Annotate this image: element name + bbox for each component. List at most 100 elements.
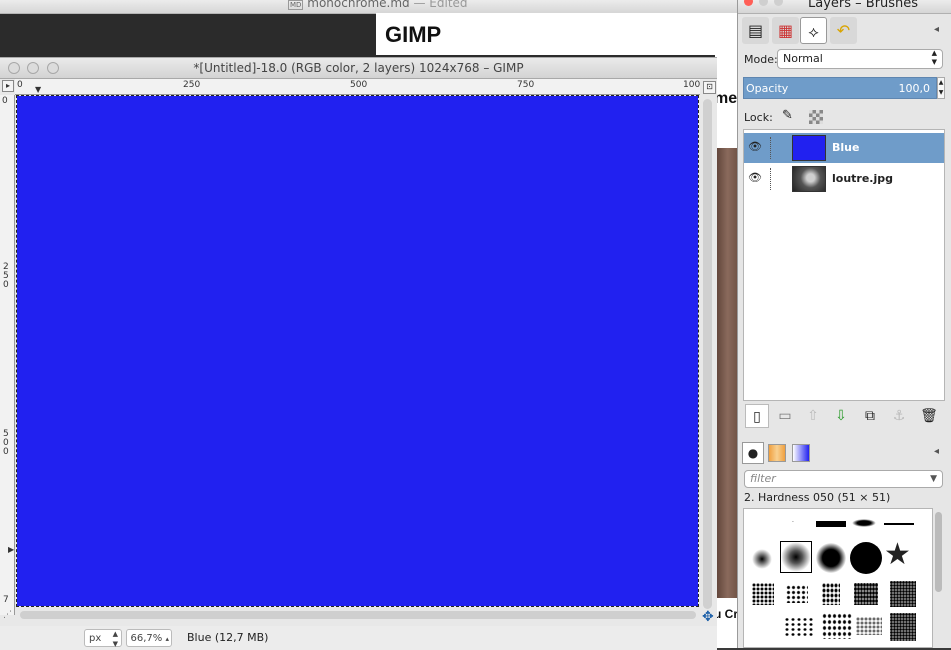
tab-layers[interactable]: ▤ bbox=[742, 17, 769, 44]
pointer-marker-icon: ▶ bbox=[8, 545, 15, 554]
lower-layer-button[interactable]: ⇩ bbox=[829, 404, 853, 428]
brush-texture[interactable] bbox=[786, 585, 808, 603]
brush-line[interactable] bbox=[884, 523, 914, 525]
vertical-ruler[interactable]: 0 2 5 0 5 0 0 7 ▶ bbox=[0, 95, 15, 615]
dock-title: Layers – Brushes bbox=[808, 0, 919, 11]
tab-brushes[interactable]: ● bbox=[742, 442, 764, 464]
brush-hardness-075[interactable] bbox=[816, 543, 846, 573]
image-canvas[interactable] bbox=[16, 95, 699, 607]
new-layer-button[interactable]: ▯ bbox=[745, 404, 769, 428]
brush-star[interactable]: ★ bbox=[884, 537, 911, 573]
background-text-fragment-bottom: u Cr bbox=[714, 607, 738, 621]
ruler-tick: 250 bbox=[183, 80, 201, 90]
selected-brush-name: 2. Hardness 050 (51 × 51) bbox=[744, 491, 891, 504]
navigate-image-icon[interactable]: ✥ bbox=[702, 609, 714, 625]
layer-row-loutre[interactable]: 👁 loutre.jpg bbox=[744, 164, 944, 194]
tab-undo-history[interactable]: ↶ bbox=[830, 17, 857, 44]
quick-mask-menu-icon[interactable]: ▸ bbox=[2, 80, 14, 92]
minimize-dock-button[interactable] bbox=[759, 0, 768, 6]
arrow-down-icon: ⇩ bbox=[835, 408, 847, 424]
arrow-up-icon: ⇧ bbox=[807, 408, 819, 424]
brush-grid[interactable]: · ★ bbox=[743, 508, 933, 648]
spinner-arrows-icon: ▲ ▼ bbox=[112, 630, 118, 648]
brush-hardness-050[interactable] bbox=[780, 541, 812, 573]
brush-hardness-100[interactable] bbox=[850, 542, 882, 574]
brush-pixel[interactable]: · bbox=[792, 519, 794, 526]
ruler-tick: 0 bbox=[2, 96, 8, 106]
background-editor-title: MD monochrome.md — Edited bbox=[288, 0, 468, 10]
brush-scatter[interactable] bbox=[890, 613, 916, 641]
brush-ellipse[interactable] bbox=[852, 519, 876, 527]
ruler-tick: 5 0 0 bbox=[3, 429, 9, 457]
close-dock-button[interactable] bbox=[744, 0, 753, 6]
raise-layer-button[interactable]: ⇧ bbox=[801, 404, 825, 428]
mode-select[interactable]: Normal ▲ ▼ bbox=[777, 49, 943, 69]
ruler-tick: 100 bbox=[683, 80, 701, 90]
ruler-tick: 7 bbox=[3, 595, 9, 605]
status-layer-info: Blue (12,7 MB) bbox=[187, 631, 269, 644]
brush-texture[interactable] bbox=[854, 583, 878, 605]
horizontal-scrollbar[interactable] bbox=[20, 611, 696, 619]
scrollbar-thumb[interactable] bbox=[935, 512, 942, 592]
filter-dropdown-icon[interactable]: ▼ bbox=[930, 471, 937, 487]
layer-name: Blue bbox=[832, 141, 860, 154]
opacity-label: Opacity bbox=[746, 82, 789, 95]
background-text-fragment: me bbox=[714, 90, 738, 107]
zoom-field[interactable]: 66,7% ▴ bbox=[126, 629, 172, 647]
zoom-dock-button[interactable] bbox=[774, 0, 783, 6]
brush-grid-scrollbar[interactable] bbox=[933, 508, 945, 648]
layer-name: loutre.jpg bbox=[832, 172, 893, 185]
new-layer-group-button[interactable]: ▭ bbox=[773, 404, 797, 428]
image-statusbar: px ▲ ▼ 66,7% ▴ Blue (12,7 MB) bbox=[0, 626, 717, 650]
layer-buttons: ▯ ▭ ⇧ ⇩ ⧉ ⚓ 🗑 bbox=[743, 404, 945, 430]
background-editor-titlebar[interactable]: MD monochrome.md — Edited bbox=[0, 0, 740, 14]
chain-toggle[interactable] bbox=[770, 137, 771, 159]
zoom-dropdown-icon[interactable]: ▴ bbox=[165, 635, 169, 643]
anchor-layer-button[interactable]: ⚓ bbox=[887, 404, 911, 428]
opacity-spinner[interactable]: ▲ ▼ bbox=[937, 77, 945, 99]
new-layer-icon: ▯ bbox=[753, 409, 761, 425]
delete-layer-button[interactable]: 🗑 bbox=[917, 404, 941, 428]
lock-alpha-icon[interactable] bbox=[809, 110, 823, 124]
tab-patterns[interactable] bbox=[768, 444, 786, 462]
eye-icon[interactable]: 👁 bbox=[748, 171, 762, 184]
background-heading: GIMP bbox=[385, 22, 442, 47]
layer-thumbnail bbox=[792, 166, 826, 192]
brush-tabs: ● ◂ bbox=[738, 440, 951, 468]
pointer-info-icon: ⋰ bbox=[3, 610, 12, 620]
chain-toggle[interactable] bbox=[770, 168, 771, 190]
image-window-titlebar[interactable]: *[Untitled]-18.0 (RGB color, 2 layers) 1… bbox=[0, 58, 717, 79]
md-document-icon: MD bbox=[288, 0, 304, 10]
brush-scatter[interactable] bbox=[822, 613, 852, 639]
brush-scatter[interactable] bbox=[856, 617, 882, 635]
configure-tab-icon[interactable]: ◂ bbox=[934, 446, 939, 457]
lock-label: Lock: bbox=[744, 111, 773, 124]
tab-gradients[interactable] bbox=[792, 444, 810, 462]
unit-select[interactable]: px ▲ ▼ bbox=[84, 629, 122, 648]
lock-pixels-icon[interactable]: ✎ bbox=[782, 108, 793, 123]
duplicate-layer-button[interactable]: ⧉ bbox=[858, 404, 882, 428]
vertical-scrollbar[interactable] bbox=[703, 99, 712, 609]
layer-row-blue[interactable]: 👁 Blue bbox=[744, 133, 944, 163]
zoom-on-resize-icon[interactable]: ⊡ bbox=[703, 81, 716, 94]
duplicate-icon: ⧉ bbox=[865, 408, 875, 424]
image-window-title: *[Untitled]-18.0 (RGB color, 2 layers) 1… bbox=[193, 61, 524, 75]
eye-icon[interactable]: 👁 bbox=[748, 140, 762, 153]
brush-texture[interactable] bbox=[890, 581, 916, 607]
tab-paths[interactable]: ⟡ bbox=[800, 17, 827, 44]
ruler-tick: 2 5 0 bbox=[3, 262, 9, 290]
brush-scatter[interactable] bbox=[784, 617, 814, 637]
brush-texture[interactable] bbox=[822, 583, 840, 605]
ruler-tick: 500 bbox=[350, 80, 368, 90]
opacity-slider[interactable]: Opacity 100,0 bbox=[743, 77, 937, 99]
configure-tab-icon[interactable]: ◂ bbox=[934, 24, 939, 35]
brush-soft[interactable] bbox=[752, 549, 772, 569]
dock-titlebar[interactable]: Layers – Brushes bbox=[738, 0, 951, 14]
gimp-image-window: *[Untitled]-18.0 (RGB color, 2 layers) 1… bbox=[0, 57, 717, 650]
brush-sponge[interactable] bbox=[752, 583, 774, 605]
tab-channels[interactable]: ▦ bbox=[772, 17, 799, 44]
brush-block[interactable] bbox=[816, 521, 846, 527]
channels-icon: ▦ bbox=[777, 21, 794, 40]
horizontal-ruler[interactable]: 0 250 500 750 100 ▼ bbox=[15, 79, 700, 95]
brush-filter-input[interactable]: filter ▼ bbox=[744, 470, 943, 488]
